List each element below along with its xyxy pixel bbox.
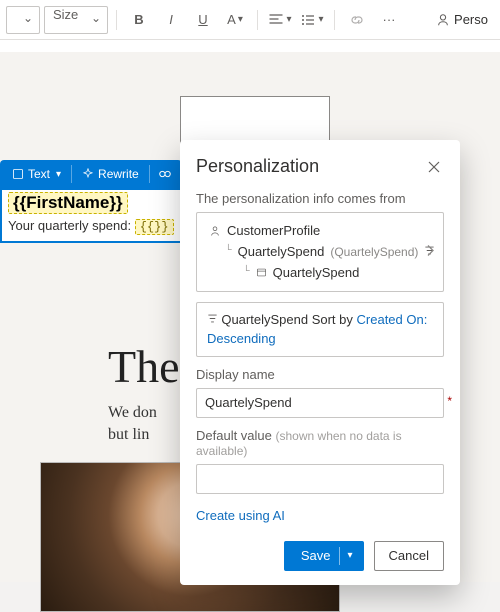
button-divider (339, 547, 340, 565)
page-paragraph: We don but lin (108, 402, 157, 447)
chevron-down-icon: ⌄ (23, 11, 33, 25)
block-mini-toolbar: Text ▾ Rewrite (0, 160, 182, 188)
spend-text-line: Your quarterly spend: {{}} (8, 218, 174, 233)
panel-footer: Save ▾ Cancel (196, 541, 444, 571)
chevron-down-icon: ⌄ (91, 11, 101, 25)
panel-header: Personalization (196, 156, 444, 177)
data-path-selector[interactable]: CustomerProfile └ QuartelySpend (Quartel… (196, 212, 444, 292)
field-icon (256, 267, 267, 278)
align-button[interactable]: ▾ (266, 6, 294, 34)
block-type-label: Text (28, 167, 50, 181)
default-value-input[interactable] (196, 464, 444, 494)
font-size-label: Size (53, 7, 78, 22)
copilot-icon (158, 167, 172, 181)
chevron-right-icon (425, 244, 435, 261)
text-icon (12, 168, 24, 180)
firstname-token[interactable]: {{FirstName}} (8, 192, 128, 214)
toolbar-separator (257, 10, 258, 30)
link-button[interactable] (343, 6, 371, 34)
block-type-button[interactable]: Text ▾ (6, 162, 67, 186)
formatting-toolbar: ⌄ Size ⌄ B I U A▾ ▾ ▾ ··· Perso (0, 0, 500, 40)
perso-label: Perso (454, 12, 488, 27)
chevron-down-icon: ▾ (56, 169, 61, 180)
bold-button[interactable]: B (125, 6, 153, 34)
required-indicator: * (447, 394, 452, 408)
page-heading: The (108, 340, 180, 393)
list-icon (300, 12, 316, 28)
path-child-suffix: (QuartelySpend) (330, 243, 418, 262)
chevron-down-icon: ▾ (348, 550, 353, 561)
rewrite-button[interactable]: Rewrite (76, 162, 145, 186)
editor-canvas: The We don but lin Text ▾ Rewrite {{Firs (0, 40, 500, 582)
empty-token[interactable]: {{}} (135, 219, 174, 235)
copilot-button[interactable] (154, 162, 176, 186)
path-root-label: CustomerProfile (227, 221, 320, 242)
mini-separator (71, 165, 72, 183)
rewrite-label: Rewrite (98, 167, 139, 181)
align-left-icon (268, 12, 284, 28)
font-size-select[interactable]: Size ⌄ (44, 6, 108, 34)
spend-prefix: Your quarterly spend: (8, 218, 135, 233)
font-color-button[interactable]: A▾ (221, 6, 249, 34)
italic-button[interactable]: I (157, 6, 185, 34)
underline-button[interactable]: U (189, 6, 217, 34)
font-family-select[interactable]: ⌄ (6, 6, 40, 34)
panel-title: Personalization (196, 156, 319, 177)
path-child-label: QuartelySpend (238, 242, 325, 263)
source-label: The personalization info comes from (196, 191, 444, 206)
person-icon (436, 13, 450, 27)
tree-branch-icon: └ (243, 264, 250, 282)
personalization-panel: Personalization The personalization info… (180, 140, 460, 585)
close-button[interactable] (424, 157, 444, 177)
create-using-ai-link[interactable]: Create using AI (196, 508, 285, 523)
path-row-grandchild: └ QuartelySpend (209, 263, 415, 284)
default-label-text: Default value (196, 428, 272, 443)
overflow-button[interactable]: ··· (375, 6, 403, 34)
path-grandchild-label: QuartelySpend (273, 263, 360, 284)
bullet-list-button[interactable]: ▾ (298, 6, 326, 34)
display-name-wrapper: * (196, 388, 444, 418)
link-icon (349, 12, 365, 28)
default-value-label: Default value (shown when no data is ava… (196, 428, 444, 458)
person-icon (209, 225, 221, 237)
filter-icon (207, 313, 221, 327)
close-icon (428, 161, 440, 173)
path-row-child: └ QuartelySpend (QuartelySpend) (209, 242, 415, 263)
path-row-root: CustomerProfile (209, 221, 415, 242)
cancel-button[interactable]: Cancel (374, 541, 444, 571)
sort-field-label: QuartelySpend (221, 312, 308, 327)
save-button[interactable]: Save ▾ (284, 541, 364, 571)
sparkle-icon (82, 168, 94, 180)
display-name-input[interactable] (196, 388, 444, 418)
mini-separator (149, 165, 150, 183)
toolbar-separator (334, 10, 335, 30)
para-line: but lin (108, 426, 149, 443)
sort-config-box[interactable]: QuartelySpend Sort by Created On: Descen… (196, 302, 444, 356)
tree-branch-icon: └ (225, 243, 232, 261)
display-name-label: Display name (196, 367, 444, 382)
save-label: Save (301, 548, 331, 563)
partial-element-box (180, 96, 330, 146)
sort-by-label: Sort by (312, 312, 353, 327)
personalization-toolbar-button[interactable]: Perso (430, 12, 494, 27)
toolbar-separator (116, 10, 117, 30)
cancel-label: Cancel (389, 548, 429, 563)
para-line: We don (108, 404, 157, 421)
